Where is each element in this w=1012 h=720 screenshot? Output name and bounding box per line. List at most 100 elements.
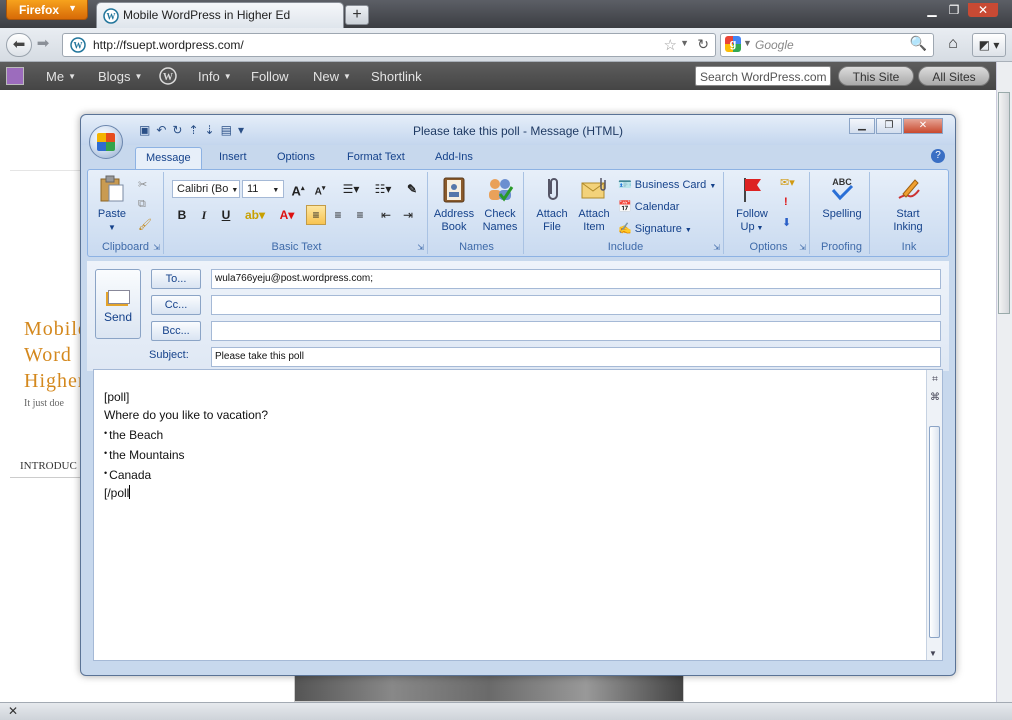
business-card-button[interactable]: 🪪 Business Card ▼ — [618, 178, 716, 191]
wpbar-item-info[interactable]: Info ▼ — [198, 69, 232, 84]
arrow-down-icon[interactable]: ⇣ — [205, 123, 221, 137]
save-icon[interactable]: ▣ — [139, 123, 156, 137]
bcc-button[interactable]: Bcc... — [151, 321, 201, 341]
to-field[interactable]: wula766yeju@post.wordpress.com; — [211, 269, 941, 289]
undo-icon[interactable]: ↶ — [156, 123, 172, 137]
customize-icon[interactable]: ▾ — [238, 123, 250, 137]
bookmark-star-icon[interactable]: ☆ — [664, 36, 677, 54]
office-button[interactable] — [89, 125, 123, 159]
permission-icon[interactable]: ✉▾ — [780, 176, 795, 189]
url-bar[interactable]: W http://fsuept.wordpress.com/ ☆ ▼ ↻ — [62, 33, 716, 57]
launcher-icon[interactable]: ⇲ — [417, 243, 424, 252]
wordpress-icon[interactable]: W — [159, 67, 177, 88]
launcher-icon[interactable]: ⇲ — [713, 243, 720, 252]
wordpress-search-input[interactable]: Search WordPress.com — [695, 66, 831, 86]
back-button[interactable]: ⬅ — [6, 33, 32, 57]
ruler-icon[interactable]: ⌗ — [929, 374, 941, 386]
subject-field[interactable]: Please take this poll — [211, 347, 941, 367]
arrow-up-icon[interactable]: ⇡ — [188, 123, 204, 137]
wpbar-item-new[interactable]: New ▼ — [313, 69, 351, 84]
bullets-icon[interactable]: ☰▾ — [336, 179, 366, 199]
google-icon[interactable]: g — [725, 36, 741, 52]
close-icon[interactable]: ✕ — [8, 704, 18, 718]
cc-field[interactable] — [211, 295, 941, 315]
wpbar-item-follow[interactable]: Follow — [251, 69, 289, 84]
font-size-combo[interactable]: 11 ▼ — [242, 180, 284, 198]
message-body-text[interactable]: [poll] Where do you like to vacation? • t… — [104, 388, 268, 502]
this-site-button[interactable]: This Site — [838, 66, 914, 86]
chevron-down-icon[interactable]: ▼ — [929, 649, 937, 658]
bold-icon[interactable]: B — [172, 205, 192, 225]
wpbar-item-me[interactable]: Me ▼ — [46, 69, 76, 84]
cut-icon[interactable]: ✂ — [138, 178, 147, 191]
font-name-combo[interactable]: Calibri (Bo ▼ — [172, 180, 240, 198]
decrease-indent-icon[interactable]: ⇤ — [376, 205, 396, 225]
all-sites-button[interactable]: All Sites — [918, 66, 990, 86]
firefox-menu-button[interactable]: Firefox ▼ — [6, 0, 88, 20]
body-scrollbar[interactable]: ⌗ ⌘ ▼ — [926, 370, 942, 660]
follow-up-button[interactable]: Follow Up ▼ — [730, 174, 774, 235]
chevron-down-icon[interactable]: ▼ — [743, 38, 752, 48]
reload-icon[interactable]: ↻ — [697, 36, 709, 53]
blog-title[interactable]: Mobile Word Higher — [24, 316, 88, 394]
launcher-icon[interactable]: ⇲ — [799, 243, 806, 252]
redo-icon[interactable]: ↻ — [172, 123, 188, 137]
restore-icon[interactable]: ❐ — [876, 118, 902, 134]
align-right-icon[interactable]: ≡ — [350, 205, 370, 225]
search-bar[interactable]: g ▼ Google 🔍 — [720, 33, 934, 57]
italic-icon[interactable]: I — [194, 205, 214, 225]
clear-formatting-icon[interactable]: ✎ — [402, 179, 422, 199]
tab-insert[interactable]: Insert — [209, 147, 257, 169]
to-button[interactable]: To... — [151, 269, 201, 289]
addon-button[interactable]: ◩ ▾ — [972, 33, 1006, 57]
tab-add-ins[interactable]: Add-Ins — [425, 147, 483, 169]
new-tab-button[interactable]: + — [345, 5, 369, 25]
tab-format-text[interactable]: Format Text — [337, 147, 415, 169]
minimize-icon[interactable]: ▁ — [849, 118, 875, 134]
spelling-button[interactable]: ABC Spelling — [816, 174, 868, 221]
low-importance-icon[interactable]: ⬇ — [782, 216, 791, 229]
calendar-button[interactable]: 📅 Calendar — [618, 200, 679, 213]
close-icon[interactable]: ✕ — [968, 3, 998, 17]
chevron-down-icon[interactable]: ▼ — [680, 38, 689, 48]
font-color-icon[interactable]: A▾ — [272, 205, 302, 225]
help-icon[interactable]: ? — [931, 149, 945, 163]
tab-options[interactable]: Options — [267, 147, 325, 169]
numbering-icon[interactable]: ☷▾ — [368, 179, 398, 199]
highlight-icon[interactable]: ab▾ — [240, 205, 270, 225]
wpbar-item-shortlink[interactable]: Shortlink — [371, 69, 422, 84]
nav-item-introduction[interactable]: INTRODUC — [20, 460, 77, 472]
increase-indent-icon[interactable]: ⇥ — [398, 205, 418, 225]
wpbar-item-blogs[interactable]: Blogs ▼ — [98, 69, 142, 84]
body-scrollbar-thumb[interactable] — [929, 426, 940, 638]
cc-button[interactable]: Cc... — [151, 295, 201, 315]
tab-message[interactable]: Message — [135, 147, 202, 169]
underline-icon[interactable]: U — [216, 205, 236, 225]
browser-tab[interactable]: W Mobile WordPress in Higher Ed — [96, 2, 344, 28]
quick-access-toolbar[interactable]: ▣↶↻⇡⇣▤▾ — [139, 123, 250, 137]
search-icon[interactable]: 🔍 — [910, 35, 927, 52]
copy-icon[interactable]: ⧉ — [138, 198, 146, 211]
message-body-editor[interactable]: [poll] Where do you like to vacation? • t… — [93, 369, 943, 661]
attach-icon[interactable]: ▤ — [221, 123, 238, 137]
shrink-font-icon[interactable]: A▾ — [310, 179, 330, 199]
format-painter-icon[interactable]: 🖌 — [138, 218, 152, 231]
bcc-field[interactable] — [211, 321, 941, 341]
high-importance-icon[interactable]: ! — [784, 196, 788, 208]
check-names-button[interactable]: Check Names — [478, 174, 522, 234]
address-book-button[interactable]: Address Book — [432, 174, 476, 234]
home-button[interactable]: ⌂ — [940, 33, 966, 57]
view-icon[interactable]: ⌘ — [929, 392, 941, 404]
paste-button[interactable]: Paste ▼ — [92, 174, 132, 234]
align-center-icon[interactable]: ≡ — [328, 205, 348, 225]
start-inking-button[interactable]: Start Inking — [882, 174, 934, 234]
signature-button[interactable]: ✍ Signature ▼ — [618, 222, 692, 235]
restore-icon[interactable]: ❐ — [946, 3, 962, 17]
forward-button[interactable]: ➡ — [34, 33, 52, 57]
align-left-icon[interactable]: ≡ — [306, 205, 326, 225]
minimize-icon[interactable]: ▁ — [924, 3, 940, 17]
attach-file-button[interactable]: Attach File — [532, 174, 572, 234]
grow-font-icon[interactable]: A▴ — [288, 179, 308, 199]
send-button[interactable]: Send — [95, 269, 141, 339]
attach-item-button[interactable]: Attach Item — [574, 174, 614, 234]
